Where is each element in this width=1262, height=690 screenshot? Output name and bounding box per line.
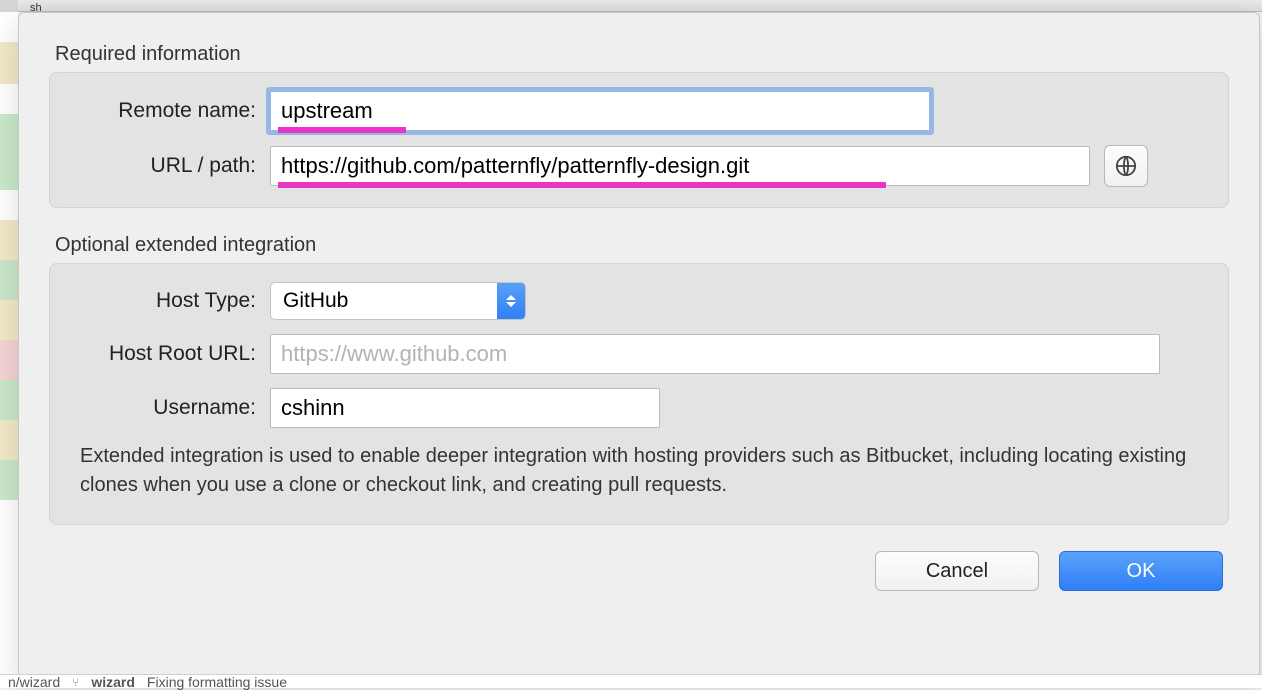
branch-name-2: wizard — [91, 674, 135, 690]
highlight-underline — [278, 182, 886, 188]
globe-icon — [1115, 155, 1137, 177]
cancel-button[interactable]: Cancel — [875, 551, 1039, 591]
host-type-value: GitHub — [271, 289, 497, 313]
host-root-url-label: Host Root URL: — [70, 342, 270, 366]
dialog-button-row: Cancel OK — [49, 551, 1229, 591]
url-path-label: URL / path: — [70, 154, 270, 178]
host-type-label: Host Type: — [70, 289, 270, 313]
branch-icon: ⑂ — [72, 675, 79, 689]
browse-url-button[interactable] — [1104, 145, 1148, 187]
commit-message: Fixing formatting issue — [147, 674, 287, 690]
status-bar: n/wizard ⑂ wizard Fixing formatting issu… — [0, 674, 1262, 688]
username-input[interactable] — [270, 388, 660, 428]
username-label: Username: — [70, 396, 270, 420]
add-remote-dialog: Required information Remote name: URL / … — [18, 12, 1260, 682]
url-path-input[interactable] — [270, 146, 1090, 186]
optional-section-label: Optional extended integration — [55, 234, 1229, 257]
remote-name-input[interactable] — [270, 91, 930, 131]
highlight-underline — [278, 127, 406, 133]
window-titlebar: sh — [0, 0, 1262, 12]
required-panel: Remote name: URL / path: — [49, 72, 1229, 208]
ok-button[interactable]: OK — [1059, 551, 1223, 591]
select-arrows-icon — [497, 282, 525, 320]
host-type-select[interactable]: GitHub — [270, 282, 526, 320]
gutter — [0, 0, 18, 688]
branch-name: n/wizard — [8, 674, 60, 690]
remote-name-label: Remote name: — [70, 99, 270, 123]
host-root-url-input[interactable] — [270, 334, 1160, 374]
optional-panel: Host Type: GitHub Host Root URL: Usernam… — [49, 263, 1229, 525]
required-section-label: Required information — [55, 43, 1229, 66]
extended-integration-description: Extended integration is used to enable d… — [80, 442, 1208, 500]
